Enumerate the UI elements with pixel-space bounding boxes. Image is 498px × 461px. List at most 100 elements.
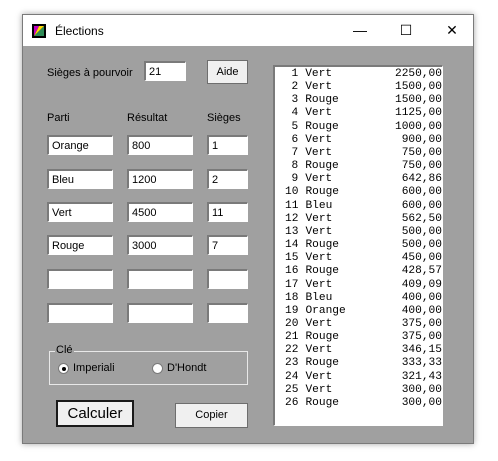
quotient-value: 900,00: [401, 133, 442, 146]
result-row: 14 Rouge 500,00: [285, 239, 442, 252]
party-seats-output[interactable]: 1: [207, 135, 248, 155]
party-name: Rouge: [305, 357, 340, 370]
quotient-value: 562,50: [401, 212, 442, 225]
rank-number: 10: [285, 186, 299, 199]
party-seats-output[interactable]: 11: [207, 202, 248, 222]
close-icon[interactable]: ✕: [429, 15, 475, 46]
party-result-input[interactable]: [127, 269, 193, 289]
party-name-input[interactable]: Rouge: [47, 235, 113, 255]
party-name: Bleu: [305, 199, 333, 212]
radio-selected-dot: [61, 366, 66, 371]
party-seats-output[interactable]: 7: [207, 235, 248, 255]
column-party: Parti: [47, 112, 70, 124]
party-seats-output[interactable]: [207, 269, 248, 289]
rank-number: 21: [285, 331, 299, 344]
party-name: Rouge: [305, 396, 340, 409]
party-name: Bleu: [305, 291, 333, 304]
party-name: Rouge: [305, 265, 340, 278]
party-name: Vert: [305, 278, 333, 291]
key-group-label: Clé: [55, 344, 74, 356]
party-name: Rouge: [305, 331, 340, 344]
quotient-value: 500,00: [401, 239, 442, 252]
result-row: 2 Vert 1500,00: [285, 81, 442, 94]
result-row: 6 Vert 900,00: [285, 134, 442, 147]
help-button[interactable]: Aide: [207, 60, 248, 84]
dhondt-label[interactable]: D'Hondt: [167, 362, 206, 374]
quotient-value: 300,00: [401, 396, 442, 409]
result-row: 3 Rouge 1500,00: [285, 94, 442, 107]
quotient-value: 321,43: [401, 370, 442, 383]
party-result-input[interactable]: 3000: [127, 235, 193, 255]
minimize-icon[interactable]: —: [337, 15, 383, 46]
rank-number: 4: [291, 107, 299, 120]
app-icon: [32, 24, 46, 38]
party-name: Vert: [305, 107, 333, 120]
party-name: Vert: [305, 252, 333, 265]
maximize-icon[interactable]: ☐: [383, 15, 429, 46]
rank-number: 3: [291, 94, 299, 107]
imperiali-radio[interactable]: [58, 363, 69, 374]
result-row: 23 Rouge 333,33: [285, 357, 442, 370]
quotient-value: 642,86: [401, 173, 442, 186]
quotient-value: 300,00: [401, 383, 442, 396]
result-row: 24 Vert 321,43: [285, 371, 442, 384]
result-row: 17 Vert 409,09: [285, 279, 442, 292]
party-result-input[interactable]: 4500: [127, 202, 193, 222]
rank-number: 22: [285, 344, 299, 357]
quotient-value: 750,00: [401, 146, 442, 159]
dhondt-radio[interactable]: [152, 363, 163, 374]
party-name-input[interactable]: Vert: [47, 202, 113, 222]
rank-number: 8: [291, 160, 299, 173]
result-row: 10 Rouge 600,00: [285, 186, 442, 199]
party-seats-output[interactable]: [207, 303, 248, 323]
result-row: 12 Vert 562,50: [285, 213, 442, 226]
rank-number: 26: [285, 396, 299, 409]
party-name-input[interactable]: [47, 303, 113, 323]
rank-number: 7: [291, 146, 299, 159]
result-row: 19 Orange 400,00: [285, 305, 442, 318]
calculate-button[interactable]: Calculer: [56, 400, 134, 427]
copy-button[interactable]: Copier: [175, 403, 248, 428]
party-name-input[interactable]: Bleu: [47, 169, 113, 189]
party-seats-output[interactable]: 2: [207, 169, 248, 189]
quotient-value: 1500,00: [394, 94, 442, 107]
results-list[interactable]: 1 Vert 2250,00 2 Vert 1500,00 3 Rouge 1500,00 …: [273, 65, 443, 426]
rank-number: 25: [285, 383, 299, 396]
rank-number: 17: [285, 278, 299, 291]
result-row: 13 Vert 500,00: [285, 226, 442, 239]
column-result: Résultat: [127, 112, 168, 124]
rank-number: 12: [285, 212, 299, 225]
quotient-value: 375,00: [401, 317, 442, 330]
rank-number: 15: [285, 252, 299, 265]
party-result-input[interactable]: 800: [127, 135, 193, 155]
party-name: Vert: [305, 146, 333, 159]
result-row: 7 Vert 750,00: [285, 147, 442, 160]
result-row: 18 Bleu 400,00: [285, 292, 442, 305]
party-name: Vert: [305, 370, 333, 383]
title-bar: Élections — ☐ ✕: [23, 15, 473, 46]
party-name: Vert: [305, 133, 333, 146]
party-result-input[interactable]: [127, 303, 193, 323]
result-row: 9 Vert 642,86: [285, 173, 442, 186]
party-name: Vert: [305, 81, 333, 94]
quotient-value: 600,00: [401, 186, 442, 199]
quotient-value: 750,00: [401, 160, 442, 173]
quotient-value: 333,33: [401, 357, 442, 370]
quotient-value: 600,00: [401, 199, 442, 212]
result-row: 8 Rouge 750,00: [285, 160, 442, 173]
result-row: 21 Rouge 375,00: [285, 331, 442, 344]
party-result-input[interactable]: 1200: [127, 169, 193, 189]
result-row: 16 Rouge 428,57: [285, 265, 442, 278]
quotient-value: 2250,00: [394, 68, 442, 80]
quotient-value: 450,00: [401, 252, 442, 265]
party-name: Rouge: [305, 239, 340, 252]
party-name-input[interactable]: [47, 269, 113, 289]
party-name-input[interactable]: Orange: [47, 135, 113, 155]
seats-input[interactable]: 21: [144, 61, 186, 81]
rank-number: 2: [291, 81, 299, 94]
imperiali-label[interactable]: Imperiali: [73, 362, 115, 374]
result-row: 15 Vert 450,00: [285, 252, 442, 265]
result-row: 5 Rouge 1000,00: [285, 121, 442, 134]
party-name: Vert: [305, 225, 333, 238]
quotient-value: 400,00: [401, 304, 442, 317]
